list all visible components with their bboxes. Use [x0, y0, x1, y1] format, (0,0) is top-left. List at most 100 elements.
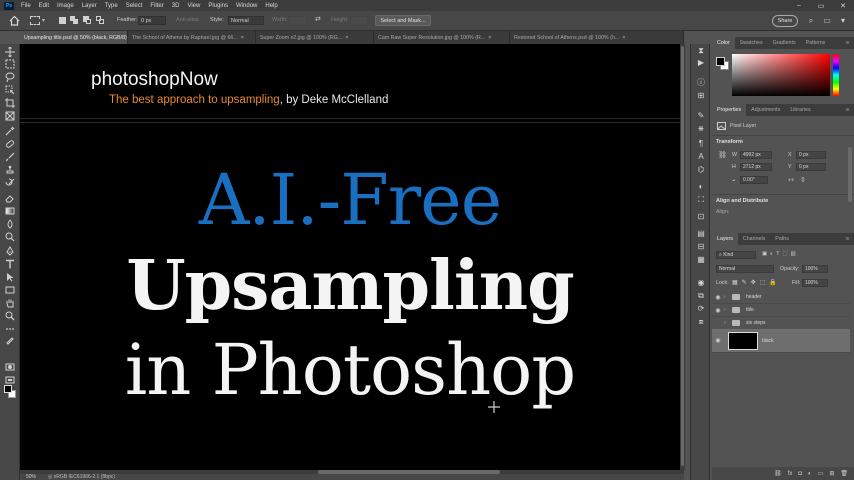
home-icon[interactable] — [9, 15, 20, 26]
panel-menu-icon[interactable]: ≡ — [841, 37, 854, 49]
menu-window[interactable]: Window — [232, 3, 261, 9]
paragraph-icon[interactable]: ¶ — [696, 139, 706, 149]
tab-super-zoom[interactable]: Super Zoom x2.jpg @ 100% (RG... × — [256, 31, 374, 44]
layer-style-icon[interactable]: fx — [788, 471, 793, 477]
workspace-chevron-icon[interactable]: ▾ — [838, 16, 848, 26]
lock-options-icons[interactable]: ▦✎✥⬚🔒 — [732, 279, 781, 286]
rectangle-tool-icon[interactable] — [5, 285, 15, 295]
layer-filter-icons[interactable]: ▣◐T⬚▥ — [762, 251, 798, 257]
width-input[interactable] — [289, 16, 307, 25]
pen-tool-icon[interactable] — [5, 246, 15, 256]
menu-help[interactable]: Help — [261, 3, 281, 9]
tab-paths[interactable]: Paths — [770, 233, 794, 245]
eye-icon[interactable]: ◉ — [712, 307, 724, 314]
properties-scrollbar[interactable] — [848, 147, 852, 202]
frame-tool-icon[interactable] — [5, 111, 15, 121]
info-icon[interactable]: ⓘ — [696, 78, 706, 88]
style-select[interactable]: Normal — [228, 16, 264, 25]
navigator-icon[interactable]: ◐ — [696, 182, 706, 192]
close-tab-icon[interactable]: × — [488, 35, 491, 41]
search-icon[interactable]: ⌕ — [806, 16, 816, 26]
opacity-input[interactable]: 100% — [802, 265, 828, 273]
trash-icon[interactable]: 🗑 — [840, 470, 848, 477]
actions-play-icon[interactable]: ▶ — [696, 58, 706, 68]
new-layer-icon[interactable]: ⊞ — [829, 470, 834, 477]
minimize-icon[interactable]: – — [788, 0, 810, 11]
tab-properties[interactable]: Properties — [712, 104, 747, 116]
scroll-thumb[interactable] — [681, 46, 684, 466]
character-icon[interactable]: ⊞ — [696, 91, 706, 101]
edit-toolbar-icon[interactable] — [5, 335, 15, 345]
add-selection-icon[interactable] — [70, 16, 79, 25]
marquee-tool-icon[interactable] — [5, 59, 15, 69]
share-button[interactable]: Share — [772, 15, 798, 27]
tab-restored-school-of-athens[interactable]: Restored School of Athens.psd @ 100% (h.… — [510, 31, 684, 44]
more-tools-icon[interactable] — [5, 324, 15, 334]
transform-section-title[interactable]: Transform — [716, 139, 743, 145]
move-tool-icon[interactable] — [5, 47, 15, 57]
transform-width-input[interactable]: 4992 px — [740, 151, 772, 159]
path-selection-tool-icon[interactable] — [5, 272, 15, 282]
zoom-level[interactable]: 50% — [20, 474, 48, 480]
link-dimensions-icon[interactable]: ⛓ — [718, 151, 727, 159]
tab-school-of-athens[interactable]: The School of Athens by Raphael.jpg @ 66… — [128, 31, 256, 44]
tab-libraries[interactable]: Libraries — [785, 104, 815, 116]
tab-gradients[interactable]: Gradients — [768, 37, 801, 49]
eyedropper-tool-icon[interactable] — [5, 126, 15, 136]
clone-source-icon[interactable]: ⛶ — [696, 195, 706, 205]
tab-adjustments[interactable]: Adjustments — [746, 104, 785, 116]
feather-input[interactable]: 0 px — [138, 16, 166, 25]
zoom-tool-icon[interactable] — [5, 311, 15, 321]
transform-angle-input[interactable]: 0.00° — [740, 176, 768, 184]
history-brush-tool-icon[interactable] — [5, 178, 15, 188]
menu-filter[interactable]: Filter — [146, 3, 167, 9]
antialias-checkbox[interactable]: Anti-alias — [176, 17, 199, 23]
intersect-selection-icon[interactable] — [96, 16, 105, 25]
chevron-right-icon[interactable]: › — [724, 320, 732, 326]
character-styles-icon[interactable]: A — [696, 152, 706, 162]
menu-edit[interactable]: Edit — [35, 3, 53, 9]
properties-icon[interactable]: ⊟ — [696, 242, 706, 252]
new-selection-icon[interactable] — [58, 16, 67, 25]
menu-type[interactable]: Type — [101, 3, 122, 9]
layer-row-title[interactable]: ◉ › title — [712, 304, 850, 317]
flip-horizontal-icon[interactable]: ⇿ — [788, 176, 794, 184]
brush-tool-icon[interactable] — [5, 152, 15, 162]
chevron-right-icon[interactable]: › — [724, 307, 732, 313]
notes-icon[interactable]: ▤ — [696, 229, 706, 239]
foreground-color-swatch[interactable] — [716, 57, 725, 66]
tool-preset-chevron-icon[interactable]: ▾ — [42, 17, 45, 24]
tab-patterns[interactable]: Patterns — [801, 37, 831, 49]
color-picker-field[interactable] — [732, 54, 830, 96]
subtract-selection-icon[interactable] — [83, 16, 92, 25]
document-canvas[interactable]: photoshopNow The best approach to upsamp… — [20, 44, 680, 470]
blur-tool-icon[interactable] — [5, 219, 15, 229]
timeline-icon[interactable]: ▦ — [696, 255, 706, 265]
tab-color[interactable]: Color — [712, 37, 735, 49]
menu-layer[interactable]: Layer — [78, 3, 101, 9]
paths-icon[interactable]: ⟳ — [696, 304, 706, 314]
menu-select[interactable]: Select — [122, 3, 147, 9]
menu-3d[interactable]: 3D — [168, 3, 184, 9]
hand-tool-icon[interactable] — [5, 298, 15, 308]
tab-layers[interactable]: Layers — [712, 233, 738, 245]
select-and-mask-button[interactable]: Select and Mask... — [375, 15, 431, 26]
quick-mask-icon[interactable] — [5, 362, 15, 372]
adjustment-layer-icon[interactable]: ◐ — [808, 471, 812, 477]
layer-filter-kind-select[interactable]: ⌕ Kind — [716, 251, 756, 259]
menu-view[interactable]: View — [183, 3, 204, 9]
eraser-tool-icon[interactable] — [5, 193, 15, 203]
height-input[interactable] — [350, 16, 368, 25]
close-icon[interactable]: ✕ — [832, 0, 854, 11]
layer-row-header[interactable]: ◉ › header — [712, 291, 850, 304]
menu-plugins[interactable]: Plugins — [204, 3, 232, 9]
tab-cam-raw-super-resolution[interactable]: Cam Raw Super Resolution.jpg @ 100% (R..… — [374, 31, 510, 44]
layer-comps-icon[interactable]: ⊡ — [696, 212, 706, 222]
link-layers-icon[interactable]: ⛓ — [774, 470, 782, 477]
menu-file[interactable]: File — [17, 3, 35, 9]
panel-menu-icon[interactable]: ≡ — [841, 233, 854, 245]
healing-brush-tool-icon[interactable] — [5, 139, 15, 149]
crop-tool-icon[interactable] — [5, 98, 15, 108]
foreground-color-swatch[interactable] — [4, 385, 12, 393]
brushes-icon[interactable]: ✎ — [696, 111, 706, 121]
